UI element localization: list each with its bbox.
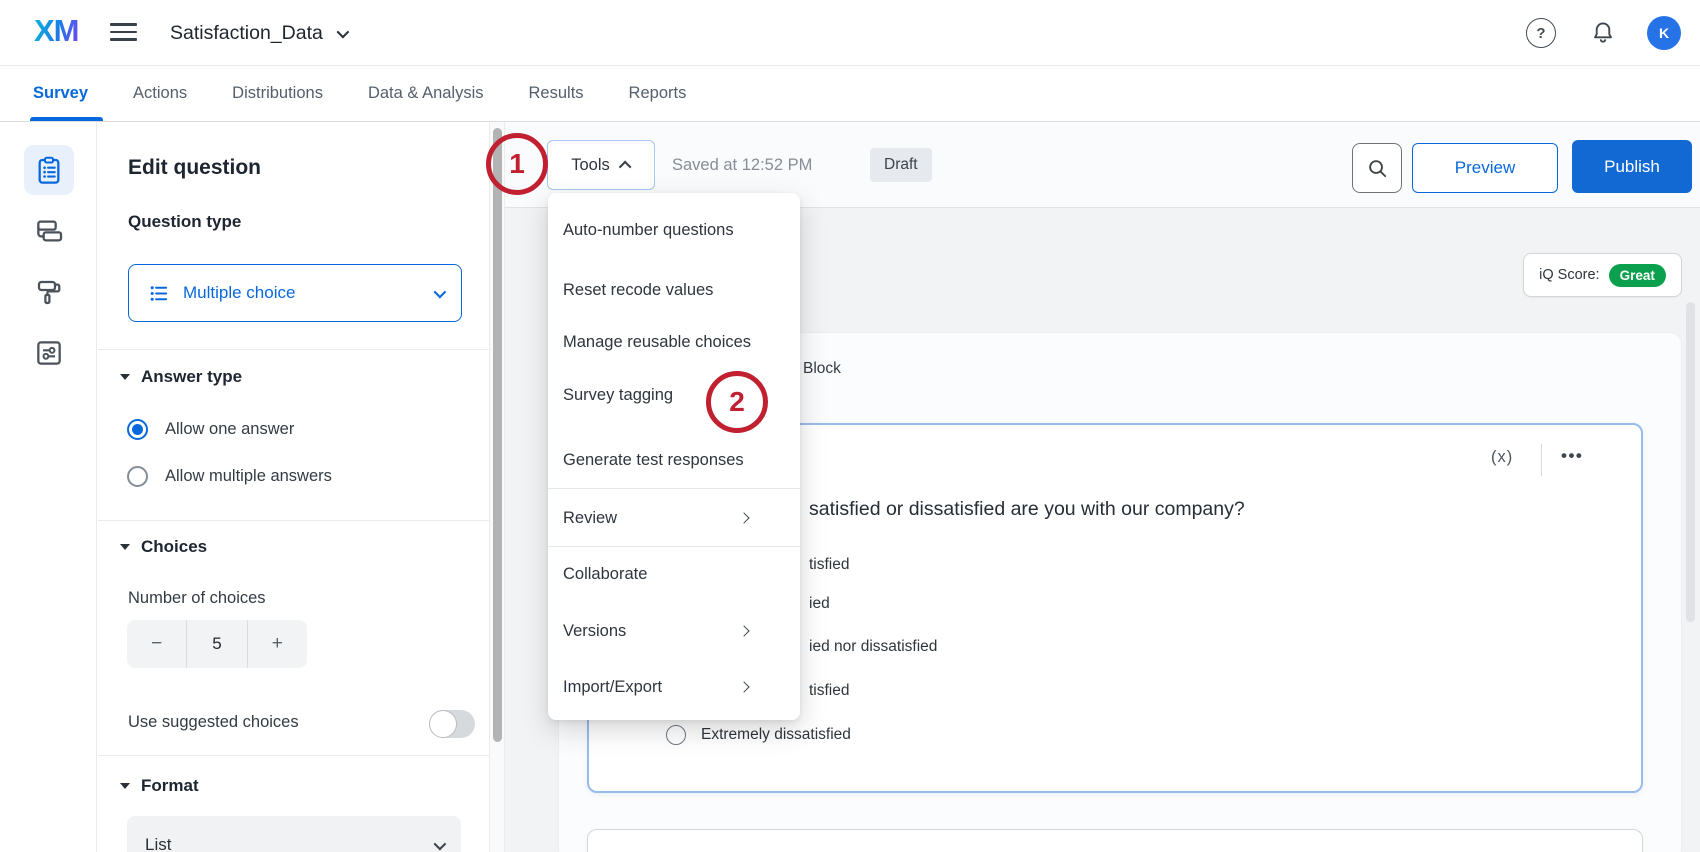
tools-dropdown-menu: Auto-number questions Reset recode value… bbox=[548, 193, 800, 720]
tab-actions[interactable]: Actions bbox=[133, 84, 187, 103]
caret-down-icon bbox=[120, 374, 130, 380]
radio-selected-icon bbox=[127, 419, 148, 440]
look-and-feel-icon[interactable] bbox=[24, 267, 74, 317]
menu-item-auto-number-questions[interactable]: Auto-number questions bbox=[548, 210, 800, 250]
caret-down-icon bbox=[120, 544, 130, 550]
preview-button[interactable]: Preview bbox=[1412, 143, 1558, 193]
top-bar: XM Satisfaction_Data ? K bbox=[0, 0, 1700, 66]
menu-divider bbox=[548, 546, 800, 547]
submenu-chevron-icon bbox=[738, 681, 749, 692]
menu-divider bbox=[548, 488, 800, 489]
radio-allow-multiple-answers[interactable]: Allow multiple answers bbox=[127, 466, 332, 487]
next-question-card[interactable] bbox=[587, 829, 1643, 852]
survey-options-icon[interactable] bbox=[24, 328, 74, 378]
divider bbox=[98, 520, 489, 521]
format-select[interactable]: List bbox=[127, 816, 461, 852]
menu-item-review[interactable]: Review bbox=[548, 498, 800, 538]
choice-fragment-4: tisfied bbox=[809, 682, 850, 700]
choice-count-value: 5 bbox=[186, 620, 247, 668]
edit-question-panel: Edit question Question type Multiple cho… bbox=[98, 122, 489, 852]
format-value: List bbox=[145, 835, 434, 852]
block-name-label: Block bbox=[803, 360, 841, 378]
choice-fragment-1: tisfied bbox=[809, 556, 850, 574]
question-type-select[interactable]: Multiple choice bbox=[128, 264, 462, 322]
menu-item-import-export[interactable]: Import/Export bbox=[548, 667, 800, 707]
divider bbox=[1541, 444, 1542, 476]
divider bbox=[98, 349, 489, 350]
search-icon bbox=[1366, 157, 1389, 180]
submenu-chevron-icon bbox=[738, 625, 749, 636]
chevron-down-icon bbox=[434, 285, 447, 298]
survey-title-dropdown[interactable]: Satisfaction_Data bbox=[170, 0, 346, 66]
survey-flow-icon[interactable] bbox=[24, 206, 74, 256]
survey-builder-icon[interactable] bbox=[24, 145, 74, 195]
decrease-choices-button[interactable]: − bbox=[127, 620, 186, 668]
format-header[interactable]: Format bbox=[120, 776, 199, 796]
notifications-bell-icon[interactable] bbox=[1587, 17, 1619, 49]
iq-score-box[interactable]: iQ Score: Great bbox=[1523, 253, 1682, 297]
toggle-knob bbox=[429, 710, 457, 738]
user-avatar[interactable]: K bbox=[1647, 16, 1681, 50]
saved-status: Saved at 12:52 PM bbox=[672, 140, 812, 190]
search-button[interactable] bbox=[1352, 143, 1402, 193]
recode-values-icon[interactable]: (x) bbox=[1491, 448, 1513, 467]
use-suggested-choices-label: Use suggested choices bbox=[128, 713, 299, 732]
tools-button[interactable]: Tools bbox=[547, 140, 655, 190]
card-options-icon[interactable]: ••• bbox=[1561, 446, 1583, 466]
menu-item-versions[interactable]: Versions bbox=[548, 611, 800, 651]
question-type-value: Multiple choice bbox=[183, 283, 421, 303]
answer-type-header[interactable]: Answer type bbox=[120, 367, 242, 387]
number-of-choices-label: Number of choices bbox=[128, 589, 266, 608]
survey-title: Satisfaction_Data bbox=[170, 22, 323, 45]
xm-logo: XM bbox=[34, 13, 79, 49]
active-tab-underline bbox=[30, 117, 103, 121]
left-icon-rail bbox=[0, 122, 97, 852]
chevron-down-icon bbox=[434, 837, 447, 850]
annotation-step-2: 2 bbox=[706, 371, 768, 433]
chevron-down-icon bbox=[336, 25, 349, 38]
qualtrics-survey-editor: XM Satisfaction_Data ? K Survey Actions … bbox=[0, 0, 1700, 852]
increase-choices-button[interactable]: + bbox=[248, 620, 307, 668]
tab-distributions[interactable]: Distributions bbox=[232, 84, 323, 103]
chevron-up-icon bbox=[618, 160, 631, 173]
menu-item-reset-recode-values[interactable]: Reset recode values bbox=[548, 270, 800, 310]
iq-score-badge: Great bbox=[1609, 264, 1666, 287]
panel-scrollbar-thumb[interactable] bbox=[493, 128, 502, 742]
choice-row: Extremely dissatisfied bbox=[666, 725, 851, 745]
tab-results[interactable]: Results bbox=[529, 84, 584, 103]
question-text: satisfied or dissatisfied are you with o… bbox=[809, 498, 1245, 521]
menu-item-manage-reusable-choices[interactable]: Manage reusable choices bbox=[548, 322, 800, 362]
publish-button[interactable]: Publish bbox=[1572, 140, 1692, 193]
radio-allow-one-answer[interactable]: Allow one answer bbox=[127, 419, 294, 440]
canvas-scrollbar-thumb[interactable] bbox=[1686, 302, 1695, 622]
choice-fragment-2: ied bbox=[809, 595, 830, 613]
choices-header[interactable]: Choices bbox=[120, 537, 207, 557]
caret-down-icon bbox=[120, 783, 130, 789]
choice-radio-icon[interactable] bbox=[666, 725, 686, 745]
menu-item-collaborate[interactable]: Collaborate bbox=[548, 554, 800, 594]
submenu-chevron-icon bbox=[738, 512, 749, 523]
annotation-step-1: 1 bbox=[486, 133, 548, 195]
panel-title: Edit question bbox=[128, 156, 261, 180]
divider bbox=[98, 755, 489, 756]
tab-survey[interactable]: Survey bbox=[33, 84, 88, 103]
iq-score-label: iQ Score: bbox=[1539, 267, 1599, 283]
hamburger-menu-icon[interactable] bbox=[110, 18, 150, 48]
panel-scrollbar bbox=[489, 122, 505, 852]
question-type-label: Question type bbox=[128, 212, 241, 232]
draft-badge: Draft bbox=[870, 148, 932, 182]
multiple-choice-icon bbox=[147, 282, 170, 305]
use-suggested-choices-toggle[interactable] bbox=[429, 710, 475, 738]
radio-unselected-icon bbox=[127, 466, 148, 487]
tab-data-analysis[interactable]: Data & Analysis bbox=[368, 84, 484, 103]
main-nav-tabs: Survey Actions Distributions Data & Anal… bbox=[0, 66, 1700, 122]
choice-label: Extremely dissatisfied bbox=[701, 726, 851, 744]
choice-fragment-3: ied nor dissatisfied bbox=[809, 638, 937, 656]
tab-reports[interactable]: Reports bbox=[629, 84, 687, 103]
menu-item-generate-test-responses[interactable]: Generate test responses bbox=[548, 440, 800, 480]
help-icon[interactable]: ? bbox=[1526, 18, 1556, 48]
choice-count-stepper: − 5 + bbox=[127, 620, 307, 668]
